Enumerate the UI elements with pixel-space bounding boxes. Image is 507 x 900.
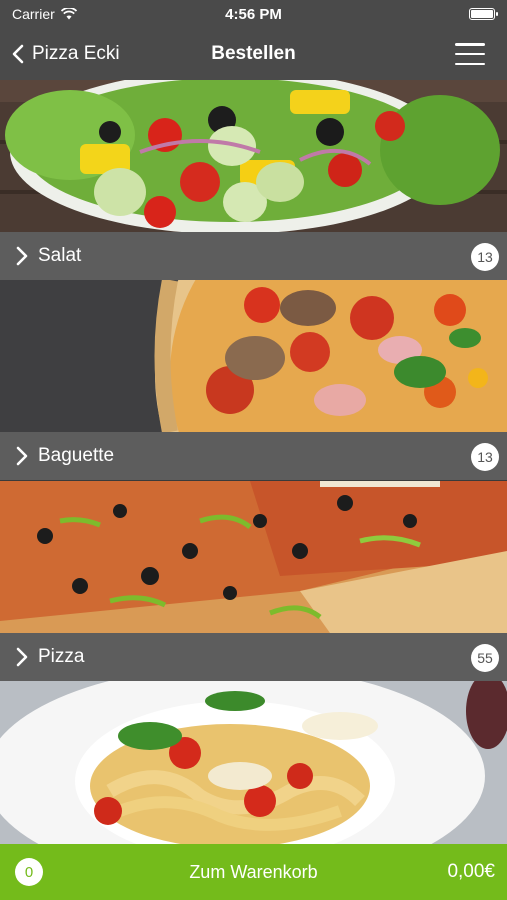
back-button[interactable]: Pizza Ecki bbox=[12, 28, 120, 80]
category-bar[interactable]: Salat 13 bbox=[0, 232, 507, 280]
category-bar[interactable]: Baguette 13 bbox=[0, 432, 507, 480]
baguette-image bbox=[0, 280, 507, 432]
category-bar[interactable]: Pizza 55 bbox=[0, 633, 507, 681]
item-count-badge: 13 bbox=[471, 443, 499, 471]
chevron-right-icon bbox=[16, 647, 28, 667]
cart-button-label: Zum Warenkorb bbox=[189, 862, 318, 882]
pizza-image bbox=[0, 481, 507, 633]
hamburger-line bbox=[455, 62, 485, 65]
category-pasta[interactable] bbox=[0, 681, 507, 844]
menu-button[interactable] bbox=[455, 41, 485, 67]
category-label: Baguette bbox=[38, 445, 115, 466]
cart-total: 0,00€ bbox=[447, 861, 495, 882]
category-label: Pizza bbox=[38, 646, 85, 667]
battery-icon bbox=[469, 8, 498, 20]
nav-bar: Pizza Ecki Bestellen bbox=[0, 28, 507, 80]
wifi-icon bbox=[60, 8, 77, 20]
category-baguette[interactable]: Baguette 13 bbox=[0, 280, 507, 480]
salad-image bbox=[0, 80, 507, 232]
cart-count-badge: 0 bbox=[15, 858, 43, 886]
chevron-left-icon bbox=[12, 44, 24, 64]
cart-bar[interactable]: 0 Zum Warenkorb 0,00€ bbox=[0, 844, 507, 900]
category-pizza[interactable]: Pizza 55 bbox=[0, 481, 507, 681]
hamburger-line bbox=[455, 52, 485, 56]
battery-fill bbox=[471, 10, 493, 18]
hamburger-line bbox=[455, 43, 485, 46]
carrier-label: Carrier bbox=[12, 6, 55, 22]
item-count-badge: 13 bbox=[471, 243, 499, 271]
pasta-image bbox=[0, 681, 507, 844]
category-label: Salat bbox=[38, 245, 82, 266]
chevron-right-icon bbox=[16, 246, 28, 266]
status-left: Carrier bbox=[12, 6, 77, 22]
chevron-right-icon bbox=[16, 446, 28, 466]
category-salat[interactable]: Salat 13 bbox=[0, 80, 507, 280]
back-label: Pizza Ecki bbox=[32, 43, 120, 64]
item-count-badge: 55 bbox=[471, 644, 499, 672]
status-bar: Carrier 4:56 PM bbox=[0, 0, 507, 28]
